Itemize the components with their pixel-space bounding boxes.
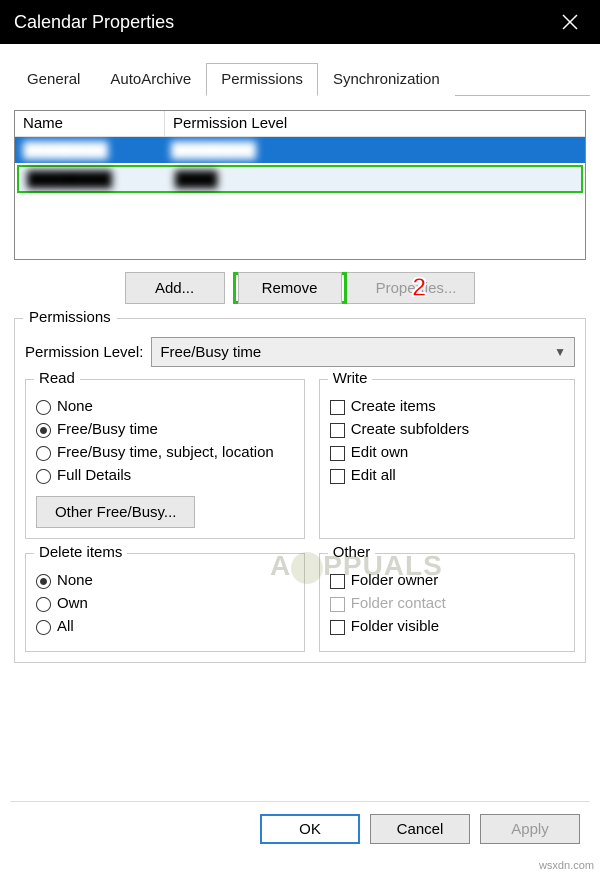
permissions-group: Permissions Permission Level: Free/Busy … <box>14 318 586 663</box>
remove-highlight: Remove <box>233 272 347 304</box>
list-header: Name Permission Level <box>15 111 585 137</box>
apply-button[interactable]: Apply <box>480 814 580 844</box>
add-button[interactable]: Add... <box>125 272 225 304</box>
permission-level-dropdown[interactable]: Free/Busy time ▼ <box>151 337 575 367</box>
radio-read-full[interactable] <box>36 469 51 484</box>
list-button-row: Add... Remove Properties... 2 <box>10 272 590 304</box>
header-name[interactable]: Name <box>15 111 165 136</box>
check-folder-contact <box>330 597 345 612</box>
other-legend: Other <box>328 544 376 561</box>
write-legend: Write <box>328 370 373 387</box>
delete-legend: Delete items <box>34 544 127 561</box>
close-button[interactable] <box>540 0 600 44</box>
check-edit-all[interactable] <box>330 469 345 484</box>
callout-2: 2 <box>412 272 426 303</box>
ok-button[interactable]: OK <box>260 814 360 844</box>
tab-general[interactable]: General <box>12 63 95 96</box>
other-freebusy-button[interactable]: Other Free/Busy... <box>36 496 195 528</box>
cancel-button[interactable]: Cancel <box>370 814 470 844</box>
footer-credit: wsxdn.com <box>539 860 594 872</box>
read-group: Read None Free/Busy time Free/Busy time,… <box>25 379 305 539</box>
radio-read-freebusy-subject[interactable] <box>36 446 51 461</box>
check-create-items[interactable] <box>330 400 345 415</box>
row-level: ████████ <box>163 142 585 159</box>
tab-bar: General AutoArchive Permissions Synchron… <box>12 62 590 96</box>
list-row[interactable]: ████████ ████ 1 <box>17 165 583 193</box>
tab-synchronization[interactable]: Synchronization <box>318 63 455 96</box>
header-permission-level[interactable]: Permission Level <box>165 115 585 132</box>
row-level: ████ <box>167 171 581 188</box>
tab-autoarchive[interactable]: AutoArchive <box>95 63 206 96</box>
radio-delete-own[interactable] <box>36 597 51 612</box>
other-group: Other Folder owner Folder contact Folder… <box>319 553 575 652</box>
check-folder-owner[interactable] <box>330 574 345 589</box>
permission-level-label: Permission Level: <box>25 344 143 361</box>
radio-read-freebusy[interactable] <box>36 423 51 438</box>
write-group: Write Create items Create subfolders Edi… <box>319 379 575 539</box>
chevron-down-icon: ▼ <box>554 345 566 359</box>
permission-level-value: Free/Busy time <box>160 344 261 361</box>
dialog-button-bar: OK Cancel Apply <box>10 801 590 856</box>
read-legend: Read <box>34 370 80 387</box>
row-name: ████████ <box>15 142 163 159</box>
tab-permissions[interactable]: Permissions <box>206 63 318 96</box>
delete-group: Delete items None Own All <box>25 553 305 652</box>
permissions-list[interactable]: Name Permission Level ████████ ████████ … <box>14 110 586 260</box>
close-icon <box>561 13 579 31</box>
permissions-legend: Permissions <box>23 309 117 326</box>
radio-read-none[interactable] <box>36 400 51 415</box>
window-title: Calendar Properties <box>14 12 174 33</box>
row-name: ████████ <box>19 171 167 188</box>
check-edit-own[interactable] <box>330 446 345 461</box>
check-folder-visible[interactable] <box>330 620 345 635</box>
properties-button[interactable]: Properties... <box>345 272 476 304</box>
remove-button[interactable]: Remove <box>238 272 342 304</box>
titlebar: Calendar Properties <box>0 0 600 44</box>
radio-delete-none[interactable] <box>36 574 51 589</box>
radio-delete-all[interactable] <box>36 620 51 635</box>
list-row[interactable]: ████████ ████████ <box>15 137 585 163</box>
check-create-subfolders[interactable] <box>330 423 345 438</box>
